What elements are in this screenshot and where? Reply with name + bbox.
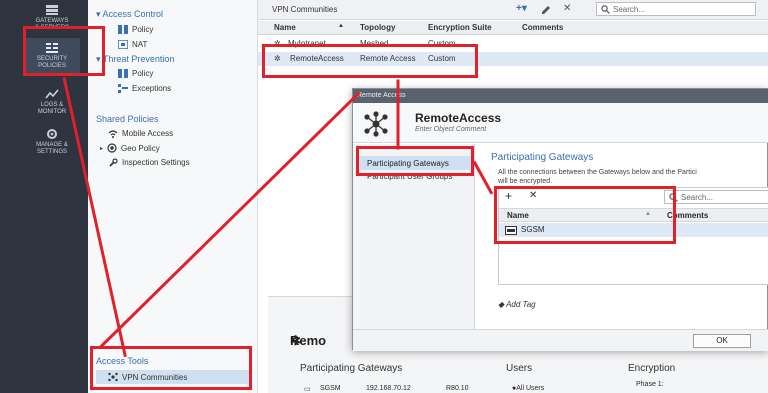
tree-item-nat[interactable]: NAT: [118, 40, 147, 49]
annotation-box-remote-access-row: [262, 44, 478, 78]
annotation-box-participating-gateways: [356, 146, 474, 176]
delete-icon[interactable]: ✕: [563, 3, 571, 14]
sort-up-icon: ▲: [338, 23, 344, 29]
threat-prevention-header[interactable]: ▾ Threat Prevention: [96, 54, 174, 65]
object-name[interactable]: RemoteAccess: [415, 111, 501, 125]
rail-label: MANAGE &: [36, 142, 68, 148]
tree-item-label: Mobile Access: [122, 129, 174, 138]
tree-item-geo-policy[interactable]: ▸ Geo Policy: [100, 143, 160, 153]
section-description-2: will be encrypted.: [498, 178, 553, 185]
rail-label: GATEWAYS: [35, 18, 69, 24]
add-button[interactable]: +▾: [516, 3, 527, 14]
annotation-connector: [396, 79, 400, 150]
tree-item-threat-policy[interactable]: Policy: [118, 69, 153, 78]
tree-item-label: Geo Policy: [121, 143, 160, 153]
gateways-icon: [46, 5, 58, 15]
tree-item-mobile-access[interactable]: Mobile Access: [108, 129, 173, 138]
rail-label: LOGS &: [40, 102, 64, 108]
summary-gateway-version: R80.10: [446, 385, 469, 392]
nat-icon: [118, 40, 128, 49]
policy-icon: [118, 69, 128, 78]
summary-phase: Phase 1:: [636, 381, 664, 388]
object-comment-field[interactable]: Enter Object Comment: [415, 126, 486, 133]
tree-item-label: Exceptions: [132, 84, 172, 93]
search-icon: [601, 5, 610, 14]
section-title: Participating Gateways: [491, 152, 594, 163]
summary-gateway-name: SGSM: [320, 385, 341, 392]
dialog-header: RemoteAccess Enter Object Comment: [353, 103, 768, 143]
wrench-icon: [109, 158, 118, 167]
rail-label: SETTINGS: [36, 149, 67, 155]
column-comments[interactable]: Comments: [522, 23, 563, 32]
manage-settings-nav[interactable]: MANAGE & SETTINGS: [24, 128, 80, 156]
wifi-icon: [108, 130, 118, 138]
shared-policies-header: Shared Policies: [96, 114, 159, 124]
search-placeholder: Search...: [613, 5, 646, 14]
column-name[interactable]: Name: [274, 23, 296, 32]
annotation-box-gateway-grid: [494, 186, 676, 244]
access-control-label: Access Control: [102, 9, 164, 19]
table-header: Name ▲ Topology Encryption Suite Comment…: [258, 21, 768, 35]
annotation-box-security-policies: [23, 26, 105, 76]
gear-icon: [47, 129, 57, 139]
expand-icon[interactable]: ▸: [100, 145, 103, 152]
logs-monitor-icon: [45, 89, 59, 99]
column-topology[interactable]: Topology: [360, 23, 395, 32]
dialog-footer: OK: [353, 329, 768, 351]
dialog-titlebar[interactable]: Remote Access: [353, 89, 768, 103]
geo-icon: [107, 143, 117, 153]
exceptions-icon: [118, 84, 128, 93]
threat-prevention-label: Threat Prevention: [102, 54, 175, 64]
edit-icon[interactable]: [541, 5, 551, 15]
column-encryption-suite[interactable]: Encryption Suite: [428, 23, 492, 32]
summary-users-text: All Users: [516, 385, 545, 392]
tag-icon: ◆: [498, 300, 507, 309]
summary-gateway-ip: 192.168.70.12: [366, 385, 411, 392]
summary-encryption: Encryption: [628, 363, 676, 374]
search-input[interactable]: Search...: [596, 2, 756, 16]
pane-title: VPN Communities: [272, 5, 338, 14]
summary-title-text: Remo: [290, 333, 327, 348]
tree-item-label: Inspection Settings: [122, 158, 190, 167]
summary-participating-gateways: Participating Gateways: [300, 363, 403, 374]
tree-item-label: Policy: [132, 25, 154, 34]
add-tag-link[interactable]: ◆ Add Tag: [498, 300, 536, 309]
grid-search-input[interactable]: Search...: [664, 190, 768, 204]
tree-item-exceptions[interactable]: Exceptions: [118, 84, 171, 93]
access-control-header[interactable]: ▾ Access Control: [96, 9, 163, 20]
vpn-community-icon: [364, 111, 388, 137]
annotation-box-vpn-communities: [90, 346, 252, 390]
tree-item-access-policy[interactable]: Policy: [118, 25, 153, 34]
tree-item-label: Policy: [132, 69, 154, 78]
policy-icon: [118, 25, 128, 34]
tree-item-label: NAT: [132, 40, 148, 49]
section-description: All the connections between the Gateways…: [498, 169, 697, 176]
ok-button[interactable]: OK: [693, 334, 751, 348]
rail-label: MONITOR: [37, 109, 67, 115]
summary-users: Users: [506, 363, 533, 374]
pane-toolbar: VPN Communities +▾ ✕ Search...: [258, 0, 768, 20]
summary-users-value: ● All Users: [512, 385, 545, 392]
summary-gateway-icon: ▭: [304, 386, 311, 393]
shared-policies-label: Shared Policies: [96, 114, 159, 124]
add-tag-label: Add Tag: [506, 300, 536, 309]
search-placeholder: Search...: [681, 193, 714, 202]
tree-item-inspection-settings[interactable]: Inspection Settings: [108, 158, 190, 167]
